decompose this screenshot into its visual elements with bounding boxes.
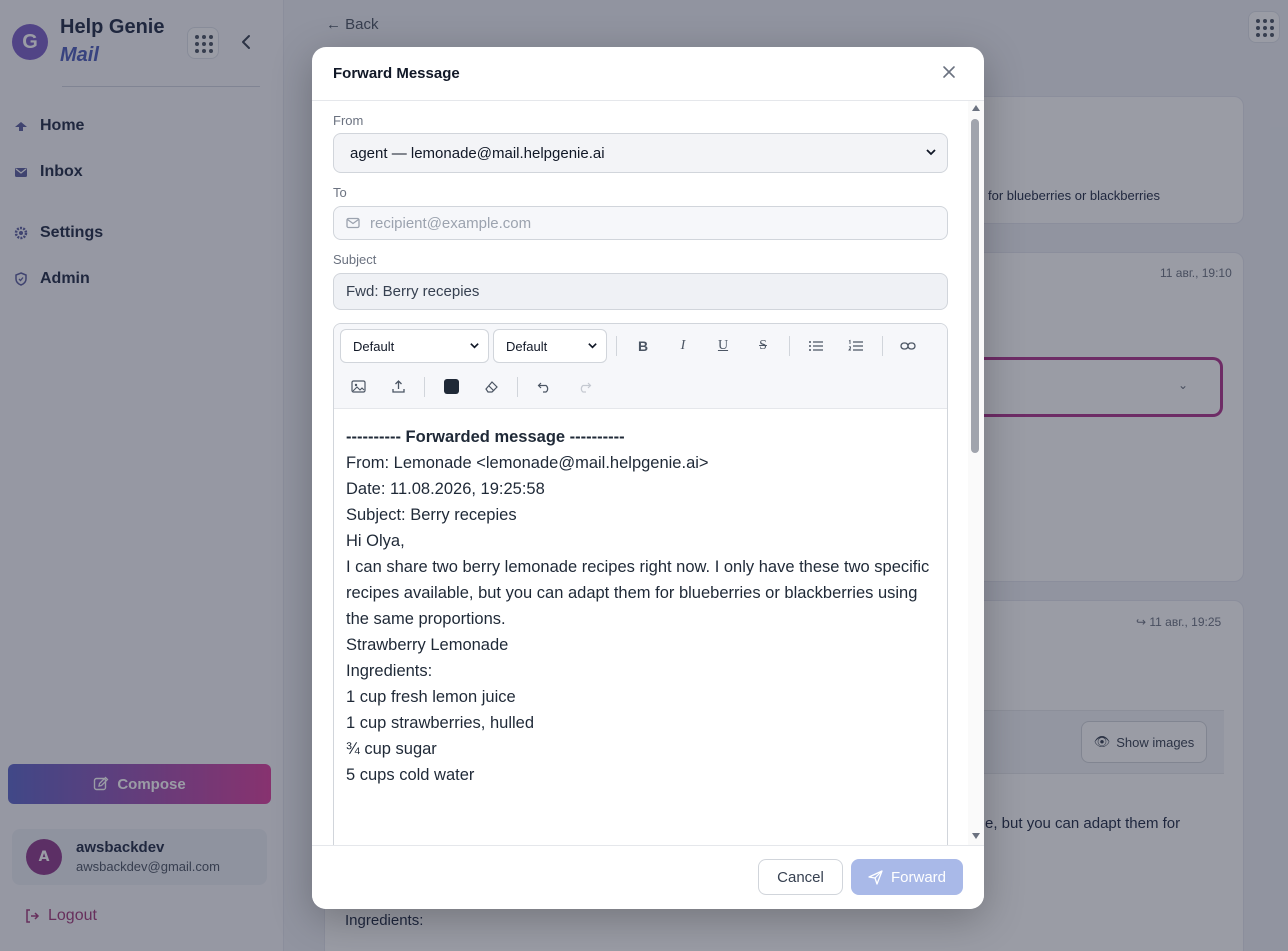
subject-value: Fwd: Berry recepies xyxy=(346,283,480,300)
font-family-value: Default xyxy=(353,338,395,354)
undo-icon xyxy=(537,382,548,393)
bullet-list-icon xyxy=(809,341,823,351)
italic-button[interactable]: I xyxy=(671,334,695,358)
to-label: To xyxy=(333,185,347,200)
close-icon xyxy=(943,66,955,78)
ingredients-heading: Ingredients: xyxy=(346,662,433,680)
toolbar-divider xyxy=(424,377,425,397)
image-icon xyxy=(350,379,366,393)
link-icon xyxy=(900,342,916,350)
upload-icon xyxy=(391,379,405,393)
text-color-button[interactable] xyxy=(439,374,463,398)
scroll-thumb[interactable] xyxy=(971,119,979,453)
forward-label: Forward xyxy=(890,868,946,886)
bullet-list-button[interactable] xyxy=(804,334,828,358)
forwarded-header: ---------- Forwarded message ---------- xyxy=(346,428,625,446)
forward-button[interactable]: Forward xyxy=(851,859,963,895)
message-editor[interactable]: Default Default B I U S ---------- Forwa… xyxy=(333,323,948,845)
modal-title: Forward Message xyxy=(333,65,460,82)
recipe-title: Strawberry Lemonade xyxy=(346,636,509,654)
modal-scrollbar[interactable] xyxy=(968,101,984,845)
body-paragraph: I can share two berry lemonade recipes r… xyxy=(346,558,930,628)
send-icon xyxy=(868,869,883,885)
modal-header: Forward Message xyxy=(312,47,984,101)
color-swatch-icon xyxy=(443,378,459,394)
strikethrough-button[interactable]: S xyxy=(751,334,775,358)
redo-icon xyxy=(580,382,591,393)
chevron-down-icon xyxy=(925,146,937,161)
to-placeholder: recipient@example.com xyxy=(370,214,532,232)
ingredient-item: 1 cup strawberries, hulled xyxy=(346,714,535,732)
forward-message-modal: Forward Message From agent — lemonade@ma… xyxy=(312,47,984,909)
forwarded-date: Date: 11.08.2026, 19:25:58 xyxy=(346,480,545,498)
scroll-up-icon[interactable] xyxy=(972,105,980,111)
font-size-value: Default xyxy=(506,338,548,354)
ingredient-item: 1 cup fresh lemon juice xyxy=(346,688,516,706)
toolbar-divider xyxy=(616,336,617,356)
ingredient-item: 5 cups cold water xyxy=(346,766,475,784)
close-button[interactable] xyxy=(940,63,958,81)
mail-icon xyxy=(346,217,360,229)
toolbar-divider xyxy=(517,377,518,397)
redo-button[interactable] xyxy=(572,374,596,398)
toolbar-divider xyxy=(882,336,883,356)
forwarded-subject: Subject: Berry recepies xyxy=(346,506,517,524)
numbered-list-button[interactable] xyxy=(844,334,868,358)
body-greeting: Hi Olya, xyxy=(346,532,405,550)
scroll-down-icon[interactable] xyxy=(972,833,980,839)
undo-button[interactable] xyxy=(532,374,556,398)
modal-body: From agent — lemonade@mail.helpgenie.ai … xyxy=(312,101,968,845)
editor-content[interactable]: ---------- Forwarded message ---------- … xyxy=(346,424,936,788)
bold-button[interactable]: B xyxy=(631,334,655,358)
font-family-select[interactable]: Default xyxy=(340,329,489,363)
to-field[interactable]: recipient@example.com xyxy=(333,206,948,240)
modal-footer: Cancel Forward xyxy=(312,845,984,909)
link-button[interactable] xyxy=(896,334,920,358)
insert-image-button[interactable] xyxy=(346,374,370,398)
subject-field[interactable]: Fwd: Berry recepies xyxy=(333,273,948,310)
underline-button[interactable]: U xyxy=(711,334,735,358)
chevron-down-icon xyxy=(469,340,480,354)
cancel-button[interactable]: Cancel xyxy=(758,859,843,895)
from-select[interactable]: agent — lemonade@mail.helpgenie.ai xyxy=(333,133,948,173)
from-value: agent — lemonade@mail.helpgenie.ai xyxy=(350,144,605,162)
chevron-down-icon xyxy=(587,340,598,354)
ingredient-item: ¾ cup sugar xyxy=(346,740,437,758)
numbered-list-icon xyxy=(848,339,863,351)
clear-formatting-button[interactable] xyxy=(479,374,503,398)
forwarded-from: From: Lemonade <lemonade@mail.helpgenie.… xyxy=(346,454,709,472)
subject-label: Subject xyxy=(333,252,377,267)
font-size-select[interactable]: Default xyxy=(493,329,607,363)
editor-toolbar: Default Default B I U S xyxy=(334,324,947,409)
upload-button[interactable] xyxy=(386,374,410,398)
eraser-icon xyxy=(484,380,498,393)
from-label: From xyxy=(333,113,364,128)
toolbar-divider xyxy=(789,336,790,356)
